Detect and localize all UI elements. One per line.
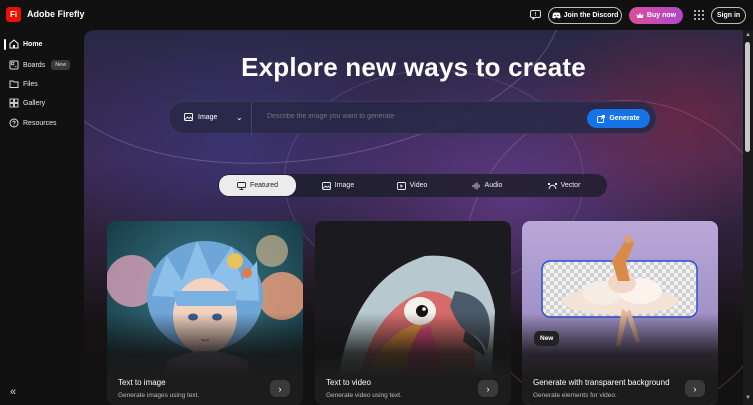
audio-icon	[472, 182, 479, 189]
apps-grid-icon[interactable]	[694, 10, 704, 20]
card-transparent-background[interactable]: New Generate with transparent background…	[522, 221, 718, 405]
tab-audio[interactable]: Audio	[450, 174, 524, 197]
category-tabs: Featured Image Video Audio Vector	[218, 174, 607, 197]
sidebar: Home Boards New Files Gallery Resources	[0, 30, 84, 405]
tab-label: Image	[334, 182, 355, 189]
gallery-icon	[9, 98, 19, 108]
hero-title: Explore new ways to create	[241, 52, 586, 82]
sidebar-item-gallery[interactable]: Gallery	[4, 95, 80, 111]
feedback-icon[interactable]	[530, 10, 541, 20]
tab-vector[interactable]: Vector	[524, 174, 604, 197]
featured-icon	[237, 181, 246, 190]
tab-video[interactable]: Video	[375, 174, 449, 197]
scrollbar-thumb[interactable]	[745, 42, 750, 152]
tab-label: Vector	[560, 182, 581, 189]
top-bar: Fi Adobe Firefly Join the Discord Buy no…	[0, 0, 753, 30]
sidebar-item-home[interactable]: Home	[4, 36, 80, 52]
image-icon	[321, 181, 331, 190]
tab-label: Audio	[484, 182, 503, 189]
chevron-down-icon[interactable]: ⌄	[236, 113, 243, 122]
sidebar-item-resources[interactable]: Resources	[4, 115, 80, 131]
join-discord-label: Join the Discord	[563, 12, 619, 19]
generate-button[interactable]: Generate	[587, 109, 650, 128]
active-indicator	[4, 39, 6, 50]
folder-icon	[9, 80, 19, 88]
generation-type-label: Image	[198, 113, 218, 121]
generation-type-select[interactable]: Image	[184, 113, 217, 121]
image-icon	[184, 113, 193, 121]
generate-label: Generate	[609, 115, 640, 122]
sidebar-item-boards[interactable]: Boards New	[4, 57, 80, 73]
sidebar-item-label: Boards	[23, 61, 46, 69]
crown-icon	[636, 13, 644, 18]
scroll-up-arrow-icon[interactable]: ▲	[745, 32, 751, 38]
sidebar-item-label: Files	[23, 80, 38, 88]
prompt-input[interactable]	[267, 113, 567, 120]
buy-now-button[interactable]: Buy now	[629, 7, 683, 24]
sidebar-item-label: Resources	[23, 119, 57, 127]
tab-label: Featured	[249, 182, 279, 189]
new-badge: New	[534, 331, 560, 346]
card-text-to-video[interactable]: Text to video Generate video using text.…	[315, 221, 511, 405]
buy-now-label: Buy now	[646, 12, 677, 19]
home-icon	[9, 39, 19, 49]
firefly-logo[interactable]: Fi	[6, 7, 21, 22]
scrollbar[interactable]: ▲ ▼	[743, 30, 753, 405]
prompt-bar: Image ⌄ Generate	[168, 101, 657, 135]
scroll-down-arrow-icon[interactable]: ▼	[745, 395, 751, 401]
card-subtitle: Generate video using text.	[326, 392, 402, 399]
sidebar-item-label: Home	[23, 40, 43, 48]
help-icon	[9, 118, 19, 128]
card-title: Text to image	[118, 378, 166, 387]
join-discord-button[interactable]: Join the Discord	[548, 7, 622, 24]
tab-image[interactable]: Image	[301, 174, 375, 197]
collapse-sidebar-button[interactable]: «	[10, 386, 16, 398]
card-subtitle: Generate elements for video.	[533, 392, 617, 399]
sidebar-item-label: Gallery	[23, 99, 46, 107]
boards-icon	[9, 60, 19, 70]
new-badge: New	[51, 60, 71, 70]
divider	[251, 102, 252, 135]
generate-icon	[597, 114, 606, 123]
app-title[interactable]: Adobe Firefly	[27, 9, 85, 19]
card-title: Generate with transparent background	[533, 378, 670, 387]
card-title: Text to video	[326, 378, 371, 387]
chevron-right-icon[interactable]: ›	[478, 380, 498, 397]
tab-featured[interactable]: Featured	[219, 175, 296, 196]
main-content: Explore new ways to create Image ⌄ Gener…	[84, 30, 743, 405]
chevron-right-icon[interactable]: ›	[685, 380, 705, 397]
sidebar-item-files[interactable]: Files	[4, 76, 80, 92]
card-text-to-image[interactable]: Text to image Generate images using text…	[107, 221, 303, 405]
video-icon	[396, 181, 406, 190]
sign-in-button[interactable]: Sign in	[711, 7, 746, 24]
discord-icon	[551, 12, 561, 19]
vector-icon	[547, 182, 557, 189]
tab-label: Video	[409, 182, 428, 189]
card-subtitle: Generate images using text.	[118, 392, 200, 399]
chevron-right-icon[interactable]: ›	[270, 380, 290, 397]
